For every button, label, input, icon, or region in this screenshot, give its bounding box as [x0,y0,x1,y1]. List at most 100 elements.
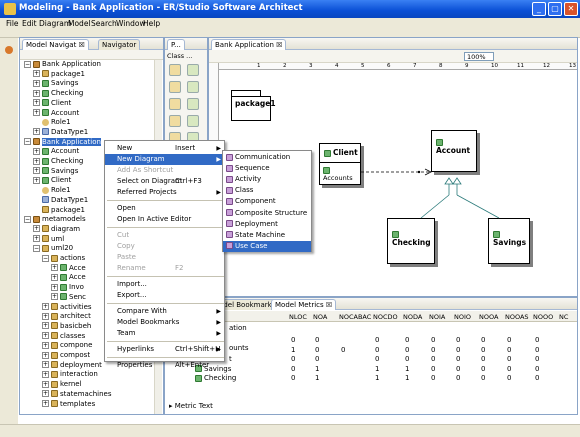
maximize-button[interactable]: ▢ [548,2,562,16]
collapse-icon[interactable]: − [33,244,40,252]
tree-item[interactable]: + compone [42,341,92,350]
expand-icon[interactable]: + [42,400,49,407]
palette-tool-icon[interactable] [187,81,199,93]
expand-icon[interactable]: + [33,225,40,233]
expand-icon[interactable]: + [51,283,58,291]
submenu-item[interactable]: Component [223,196,311,207]
submenu-item[interactable]: Use Case [223,240,311,252]
submenu-item[interactable]: Class [223,185,311,196]
tree-item[interactable]: + Client [33,99,71,108]
perspective-icon[interactable] [5,46,13,54]
menu-item[interactable]: Hyperlinks Ctrl+Shift+H ▶ [105,344,224,355]
generalization-line[interactable] [420,194,450,219]
expand-icon[interactable]: + [42,322,49,330]
column-header[interactable]: NOCDO [373,313,398,321]
tree-item[interactable]: + Savings [33,167,78,176]
palette-tool-icon[interactable] [169,81,181,93]
menu-model[interactable]: Model [68,19,91,28]
collapse-icon[interactable]: − [24,60,31,68]
expand-icon[interactable]: + [33,79,40,87]
expand-icon[interactable]: + [42,312,49,320]
column-header[interactable]: NOOAS [505,313,529,321]
generalization-line[interactable] [456,194,500,219]
palette-tool-icon[interactable] [187,64,199,76]
tree-item[interactable]: + architect [42,312,91,321]
tree-item[interactable]: + classes [42,332,85,341]
menu-file[interactable]: File [6,19,19,28]
expand-icon[interactable]: + [33,176,40,184]
tree-item[interactable]: + Checking [33,89,83,98]
menu-item[interactable]: Open In Active Editor [105,214,224,225]
expand-icon[interactable]: + [33,89,40,97]
expand-icon[interactable]: + [42,341,49,349]
submenu-item[interactable]: Communication [223,152,311,163]
tree-item[interactable]: − uml20 [33,244,73,253]
tab-model-metrics[interactable]: Model Metrics ☒ [271,299,337,310]
tree-item[interactable]: + uml [33,235,64,244]
tree-item[interactable]: + Client [33,176,71,185]
tree-item[interactable]: + Invo [51,283,84,292]
column-header[interactable]: NC [559,313,568,321]
tree-item[interactable]: Role1 [33,118,71,127]
collapse-icon[interactable]: − [24,138,31,146]
submenu-item[interactable]: Activity [223,174,311,185]
expand-icon[interactable]: + [42,370,49,378]
expand-icon[interactable]: + [33,167,40,175]
menu-item[interactable]: Export... [105,290,224,301]
submenu-item[interactable]: Sequence [223,163,311,174]
tree-item[interactable]: + Senc [51,293,86,302]
expand-icon[interactable]: + [51,273,58,281]
tab-palette[interactable]: P... [167,39,185,50]
expand-icon[interactable]: + [33,70,40,78]
table-row[interactable]: Checking [195,374,236,382]
tree-item[interactable]: − Bank Application [24,137,101,147]
column-header[interactable]: NOOA [479,313,498,321]
menu-item[interactable]: Open [105,203,224,214]
tab-navigator[interactable]: Navigator [98,39,141,50]
submenu-item[interactable]: Composite Structure [223,208,311,219]
collapse-icon[interactable]: − [42,254,49,262]
menu-item[interactable]: Team ▶ [105,328,224,339]
expand-icon[interactable]: + [42,303,49,310]
tree-item[interactable]: + interaction [42,370,98,379]
tab-model-navigator[interactable]: Model Navigat ☒ [22,39,89,50]
expand-icon[interactable]: + [33,235,40,243]
tree-item[interactable]: + Account [33,109,79,118]
tree-item[interactable]: + Acce [51,273,86,282]
expand-icon[interactable]: + [51,264,58,272]
tree-item[interactable]: + DataType1 [33,128,88,137]
submenu-item[interactable]: Deployment [223,219,311,230]
tree-item[interactable]: DataType1 [33,196,88,205]
tree-item[interactable]: − metamodels [24,215,86,224]
column-header[interactable]: NOIA [429,313,445,321]
tree-item[interactable]: + Acce [51,264,86,273]
expand-icon[interactable]: + [33,157,40,165]
expand-icon[interactable]: + [33,109,40,116]
expand-icon[interactable]: + [51,293,58,301]
expand-icon[interactable]: + [42,380,49,388]
menu-search[interactable]: Search [91,19,117,28]
tree-item[interactable]: + basicbeh [42,322,91,331]
palette-class-section[interactable]: Class ... [167,52,207,62]
palette-tool-icon[interactable] [169,98,181,110]
tree-item[interactable]: + package1 [33,70,85,79]
expand-icon[interactable]: + [42,351,49,359]
tree-item[interactable]: package1 [33,206,85,215]
collapse-icon[interactable]: − [24,215,31,223]
menu-item[interactable]: Properties Alt+Enter [105,360,224,371]
palette-tool-icon[interactable] [169,64,181,76]
menu-help[interactable]: Help [143,19,160,28]
expand-icon[interactable]: + [33,147,40,155]
column-header[interactable]: NOCABAC [339,313,371,321]
menu-edit[interactable]: Edit [22,19,37,28]
column-header[interactable]: NLOC [289,313,307,321]
menu-window[interactable]: Window [116,19,146,28]
minimize-button[interactable]: _ [532,2,546,16]
tree-item[interactable]: + Savings [33,79,78,88]
expand-icon[interactable]: + [42,390,49,398]
tree-item[interactable]: + kernel [42,380,82,389]
tree-item[interactable]: + Checking [33,157,83,166]
tree-item[interactable]: Role1 [33,186,71,195]
palette-tool-icon[interactable] [169,115,181,127]
column-header[interactable]: NODA [403,313,422,321]
